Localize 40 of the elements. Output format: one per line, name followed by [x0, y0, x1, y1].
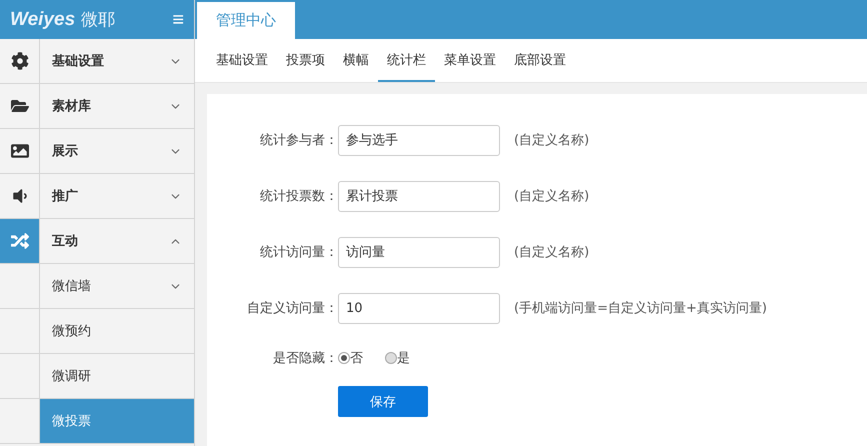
sidebar-item[interactable]: 基础设置 — [40, 39, 194, 83]
menu-icon — [10, 187, 28, 205]
menu-icon — [10, 142, 28, 160]
sidebar-item[interactable]: 互动 — [40, 219, 194, 263]
tab[interactable]: 底部设置 — [505, 39, 575, 82]
radio-icon[interactable] — [385, 352, 397, 364]
submenu-item[interactable]: 微信墙 — [40, 264, 194, 308]
input-field[interactable]: 累计投票 — [338, 180, 500, 212]
sidebar-item[interactable]: 推广 — [40, 174, 194, 218]
radio-option[interactable]: 是 — [385, 349, 410, 367]
field-label: 统计参与者： — [259, 132, 338, 149]
field-label: 统计访问量： — [259, 244, 338, 261]
save-button[interactable]: 保存 — [338, 386, 428, 417]
tab[interactable]: 基础设置 — [207, 39, 277, 82]
submenu-item[interactable]: 微调研 — [40, 354, 194, 398]
radio-option[interactable]: 否 — [338, 349, 363, 367]
logo-name: 微耶 — [81, 9, 116, 31]
tab[interactable]: 横幅 — [334, 39, 378, 82]
field-hint: (自定义名称) — [514, 244, 590, 261]
tab[interactable]: 菜单设置 — [435, 39, 505, 82]
field-label: 自定义访问量： — [246, 300, 338, 317]
field-hint: (自定义名称) — [514, 132, 590, 149]
input-field[interactable]: 访问量 — [338, 236, 500, 268]
tab[interactable]: 投票项 — [277, 39, 334, 82]
logo-wordmark: Weiyes — [10, 8, 76, 30]
menu-icon-tile[interactable] — [0, 219, 40, 263]
field-hint: (自定义名称) — [514, 188, 590, 205]
submenu-item[interactable]: 微预约 — [40, 309, 194, 353]
menu-icon — [10, 232, 28, 250]
field-label: 是否隐藏： — [272, 350, 338, 367]
menu-icon — [10, 97, 28, 115]
input-field[interactable]: 10 — [338, 292, 500, 324]
sidebar-item[interactable]: 展示 — [40, 129, 194, 173]
field-hint: (手机端访问量=自定义访问量+真实访问量) — [514, 300, 767, 317]
radio-icon[interactable] — [338, 352, 350, 364]
tab[interactable]: 统计栏 — [378, 39, 435, 82]
menu-icon — [10, 52, 28, 70]
input-field[interactable]: 参与选手 — [338, 124, 500, 156]
field-label: 统计投票数： — [259, 188, 338, 205]
sidebar-item[interactable]: 素材库 — [40, 84, 194, 128]
